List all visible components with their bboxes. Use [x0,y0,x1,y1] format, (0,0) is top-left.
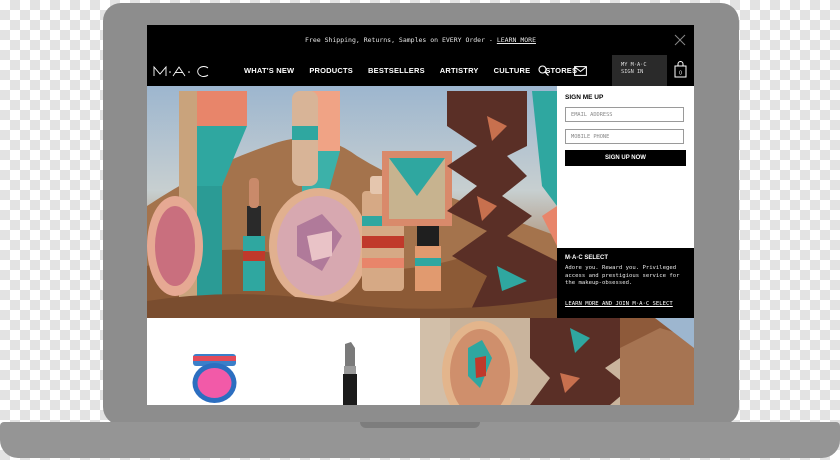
close-icon[interactable] [672,32,688,48]
collection-image [420,318,694,405]
product-tile-collection[interactable] [420,318,694,405]
sign-up-panel: SIGN ME UP EMAIL ADDRESS MOBILE PHONE SI… [557,86,694,248]
mac-select-title: M·A·C SELECT [565,255,608,261]
hero-image [147,91,557,318]
promo-text: Free Shipping, Returns, Samples on EVERY… [305,36,493,44]
signin-line1: MY M·A·C [621,62,647,68]
mac-select-panel: M·A·C SELECT Adore you. Reward you. Priv… [557,248,694,318]
signin-line2: SIGN IN [621,69,644,75]
mobile-phone-field[interactable]: MOBILE PHONE [565,129,684,144]
mac-logo[interactable] [153,65,211,77]
mac-select-description: Adore you. Reward you. Privileged access… [565,265,680,286]
product-tile-compact[interactable] [147,318,283,405]
lipstick-product-image [343,342,357,405]
my-mac-sign-in[interactable]: MY M·A·C SIGN IN [612,55,667,86]
nav-item-culture[interactable]: CULTURE [494,66,531,75]
main-nav: WHAT'S NEW PRODUCTS BESTSELLERS ARTISTRY… [147,55,694,86]
promo-bar: Free Shipping, Returns, Samples on EVERY… [147,25,694,56]
signup-title: SIGN ME UP [565,94,604,101]
nav-item-artistry[interactable]: ARTISTRY [440,66,479,75]
promo-learn-more-link[interactable]: LEARN MORE [497,36,536,44]
laptop-notch [360,422,480,428]
shopping-bag-icon[interactable]: 0 [674,61,687,78]
nav-item-stores[interactable]: STORES [545,66,577,75]
email-field[interactable]: EMAIL ADDRESS [565,107,684,122]
mac-select-join-link[interactable]: LEARN MORE AND JOIN M·A·C SELECT [565,301,673,307]
search-icon[interactable] [538,65,549,76]
nav-item-whats-new[interactable]: WHAT'S NEW [244,66,294,75]
bag-count: 0 [679,71,682,77]
hero-banner[interactable] [147,86,557,318]
mail-icon[interactable] [574,66,587,76]
compact-product-image [192,354,237,403]
nav-item-bestsellers[interactable]: BESTSELLERS [368,66,425,75]
laptop-screen: Free Shipping, Returns, Samples on EVERY… [147,25,694,405]
product-tile-lipstick[interactable] [283,318,420,405]
sign-up-now-button[interactable]: SIGN UP NOW [565,150,686,166]
nav-item-products[interactable]: PRODUCTS [309,66,353,75]
